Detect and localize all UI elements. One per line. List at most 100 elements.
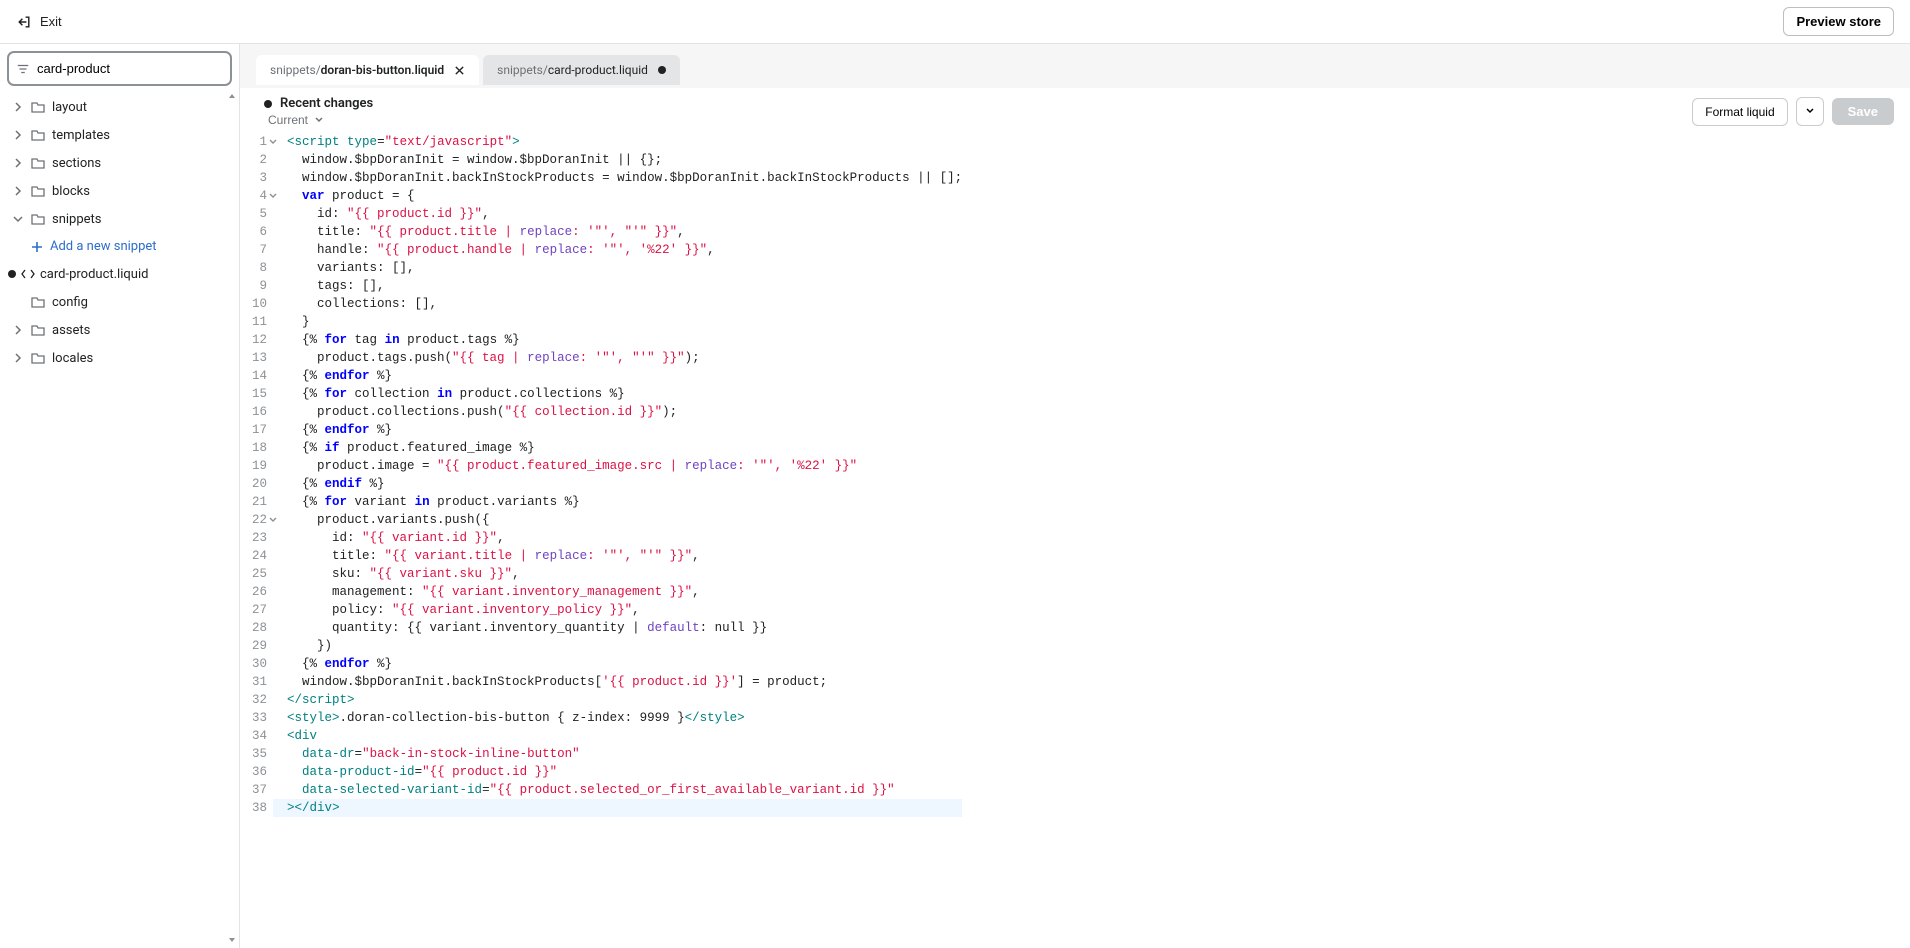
chevron-down-icon [12,213,24,225]
code-line[interactable]: <div [273,727,962,745]
plus-icon [30,240,44,254]
code-line[interactable]: tags: [], [273,277,962,295]
add-snippet-button[interactable]: Add a new snippet [8,233,231,260]
code-line[interactable]: sku: "{{ variant.sku }}", [273,565,962,583]
line-number: 35 [252,745,267,763]
code-line[interactable]: data-dr="back-in-stock-inline-button" [273,745,962,763]
code-editor[interactable]: 1234567891011121314151617181920212223242… [240,131,1910,948]
line-number: 30 [252,655,267,673]
code-line[interactable]: {% for variant in product.variants %} [273,493,962,511]
folder-label: assets [52,323,90,338]
code-line[interactable]: }) [273,637,962,655]
folder-icon [30,350,46,366]
folder-assets[interactable]: assets [8,316,231,344]
folder-sections[interactable]: sections [8,149,231,177]
code-line[interactable]: ></div> [273,799,962,817]
line-number: 13 [252,349,267,367]
code-line[interactable]: management: "{{ variant.inventory_manage… [273,583,962,601]
code-line[interactable]: handle: "{{ product.handle | replace: '"… [273,241,962,259]
line-number: 24 [252,547,267,565]
folder-label: sections [52,156,101,171]
code-line[interactable]: product.collections.push("{{ collection.… [273,403,962,421]
file-card-product[interactable]: card-product.liquid [8,260,231,288]
code-content[interactable]: <script type="text/javascript"> window.$… [273,131,962,948]
code-line[interactable]: product.image = "{{ product.featured_ima… [273,457,962,475]
line-number: 23 [252,529,267,547]
code-line[interactable]: </script> [273,691,962,709]
preview-store-button[interactable]: Preview store [1783,7,1894,36]
folder-label: layout [52,100,87,115]
code-line[interactable]: } [273,313,962,331]
code-line[interactable]: window.$bpDoranInit.backInStockProducts[… [273,673,962,691]
chevron-down-icon [1805,106,1815,116]
code-line[interactable]: {% endfor %} [273,655,962,673]
format-liquid-button[interactable]: Format liquid [1692,98,1787,126]
folder-snippets[interactable]: snippets [8,205,231,233]
line-number: 5 [252,205,267,223]
folder-icon [30,294,46,310]
line-number: 9 [252,277,267,295]
code-line[interactable]: id: "{{ variant.id }}", [273,529,962,547]
code-line[interactable]: variants: [], [273,259,962,277]
file-filter-input[interactable] [8,52,231,85]
line-number: 12 [252,331,267,349]
line-gutter: 1234567891011121314151617181920212223242… [240,131,273,948]
folder-layout[interactable]: layout [8,93,231,121]
folder-blocks[interactable]: blocks [8,177,231,205]
scroll-up-icon [227,92,237,102]
folder-label: blocks [52,184,90,199]
code-line[interactable]: var product = { [273,187,962,205]
line-number: 22 [252,511,267,529]
code-line[interactable]: product.variants.push({ [273,511,962,529]
format-options-button[interactable] [1796,97,1824,126]
folder-locales[interactable]: locales [8,344,231,372]
code-line[interactable]: <script type="text/javascript"> [273,133,962,151]
file-tree: layout templates sections blocks snippet [8,93,231,940]
save-button[interactable]: Save [1832,98,1894,125]
tab-doran-bis-button[interactable]: snippets/doran-bis-button.liquid [256,55,479,85]
version-label: Current [268,113,308,127]
code-line[interactable]: {% if product.featured_image %} [273,439,962,457]
code-line[interactable]: <style>.doran-collection-bis-button { z-… [273,709,962,727]
code-line[interactable]: {% endfor %} [273,367,962,385]
dirty-indicator-icon [8,270,16,278]
line-number: 16 [252,403,267,421]
code-line[interactable]: collections: [], [273,295,962,313]
code-line[interactable]: quantity: {{ variant.inventory_quantity … [273,619,962,637]
code-line[interactable]: title: "{{ variant.title | replace: '"',… [273,547,962,565]
code-line[interactable]: window.$bpDoranInit = window.$bpDoranIni… [273,151,962,169]
folder-icon [30,155,46,171]
folder-templates[interactable]: templates [8,121,231,149]
exit-button[interactable]: Exit [16,14,62,30]
folder-icon [30,99,46,115]
header-actions: Format liquid Save [1692,97,1894,126]
chevron-right-icon [12,185,24,197]
code-line[interactable]: {% for tag in product.tags %} [273,331,962,349]
code-line[interactable]: title: "{{ product.title | replace: '"',… [273,223,962,241]
version-select[interactable]: Current [264,113,373,127]
code-line[interactable]: window.$bpDoranInit.backInStockProducts … [273,169,962,187]
code-line[interactable]: data-selected-variant-id="{{ product.sel… [273,781,962,799]
folder-config[interactable]: config [8,288,231,316]
line-number: 10 [252,295,267,313]
folder-icon [30,322,46,338]
code-line[interactable]: {% endif %} [273,475,962,493]
folder-icon [30,183,46,199]
code-line[interactable]: {% endfor %} [273,421,962,439]
code-line[interactable]: policy: "{{ variant.inventory_policy }}"… [273,601,962,619]
code-line[interactable]: id: "{{ product.id }}", [273,205,962,223]
code-line[interactable]: data-product-id="{{ product.id }}" [273,763,962,781]
line-number: 32 [252,691,267,709]
sidebar: layout templates sections blocks snippet [0,44,240,948]
line-number: 25 [252,565,267,583]
tab-card-product[interactable]: snippets/card-product.liquid [483,55,680,85]
code-file-icon [20,266,36,282]
close-icon[interactable] [454,65,465,76]
fold-icon[interactable] [268,191,278,201]
fold-icon[interactable] [268,515,278,525]
code-line[interactable]: {% for collection in product.collections… [273,385,962,403]
code-line[interactable]: product.tags.push("{{ tag | replace: '"'… [273,349,962,367]
fold-icon[interactable] [268,137,278,147]
filter-wrap [8,52,231,85]
line-number: 11 [252,313,267,331]
